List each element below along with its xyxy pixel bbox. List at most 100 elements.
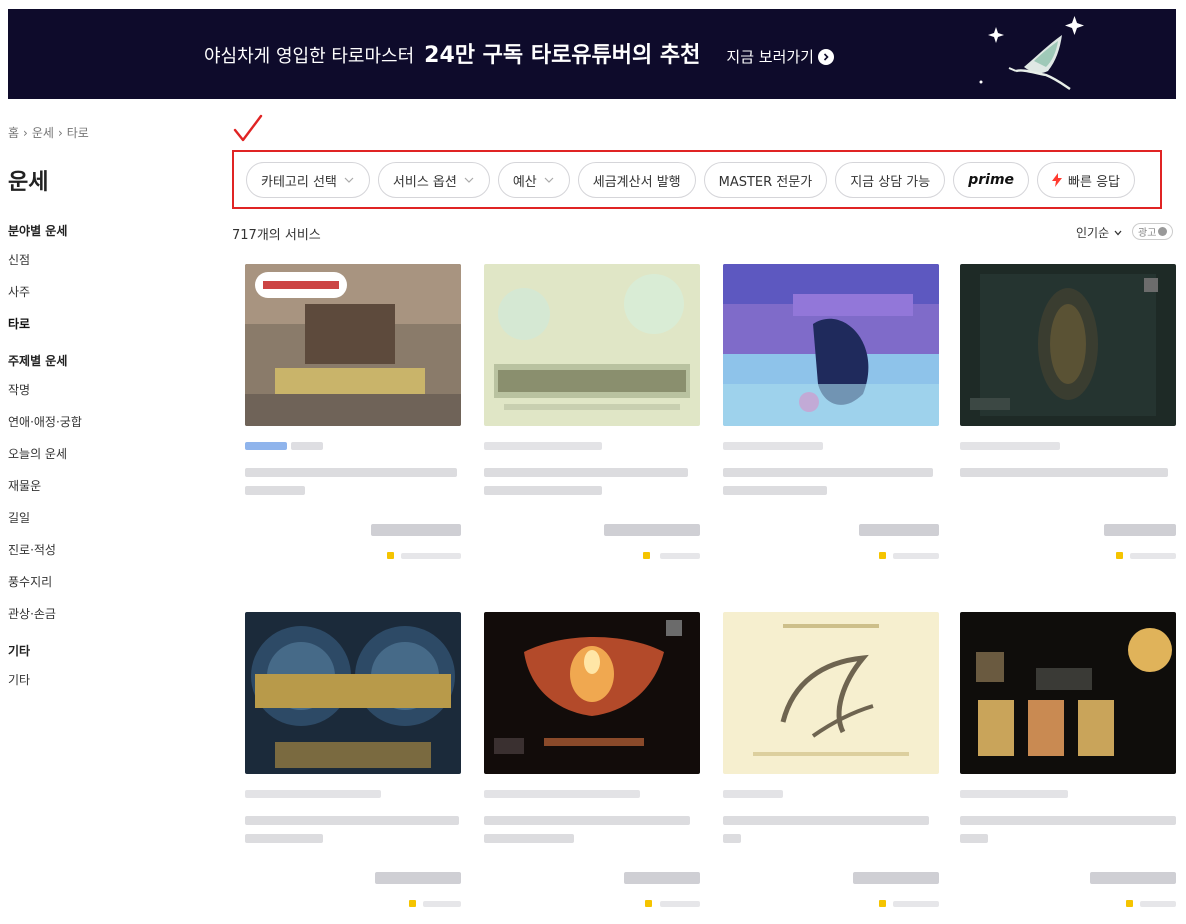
service-card[interactable] bbox=[484, 264, 700, 559]
star-icon bbox=[645, 900, 652, 907]
star-icon bbox=[643, 552, 650, 559]
service-title bbox=[723, 486, 827, 495]
sidebar-nav: 분야별 운세 신점 사주 타로 주제별 운세 작명 연애·애정·궁합 오늘의 운… bbox=[8, 222, 208, 696]
star-icon bbox=[1126, 900, 1133, 907]
sidebar-item-lucky-day[interactable]: 길일 bbox=[8, 502, 208, 534]
page-title: 운세 bbox=[8, 170, 49, 195]
chevron-right-icon: › bbox=[23, 126, 28, 140]
filter-tax-invoice[interactable]: 세금계산서 발행 bbox=[577, 162, 696, 198]
service-card[interactable] bbox=[245, 264, 461, 559]
seller-name bbox=[960, 442, 1060, 450]
filter-label: 빠른 응답 bbox=[1068, 174, 1121, 190]
service-thumbnail bbox=[245, 264, 461, 426]
sidebar-item-etc[interactable]: 기타 bbox=[8, 664, 208, 696]
seller-badge bbox=[245, 442, 287, 450]
banner-highlight: 24만 구독 타로유튜버의 추천 bbox=[424, 43, 701, 68]
filter-prime[interactable]: prime bbox=[953, 162, 1030, 198]
service-title bbox=[960, 834, 988, 843]
sort-dropdown[interactable]: 인기순 bbox=[1076, 224, 1123, 241]
seller-name bbox=[960, 790, 1068, 798]
sidebar-item-career[interactable]: 진로·적성 bbox=[8, 534, 208, 566]
filter-label: MASTER 전문가 bbox=[718, 174, 813, 190]
service-card[interactable] bbox=[484, 612, 700, 907]
breadcrumb: 홈 › 운세 › 타로 bbox=[8, 124, 89, 141]
service-title bbox=[245, 468, 457, 477]
breadcrumb-tarot[interactable]: 타로 bbox=[67, 126, 89, 140]
service-price bbox=[371, 524, 461, 536]
filter-service-option[interactable]: 서비스 옵션 bbox=[377, 162, 490, 198]
sidebar-item-fengshui[interactable]: 풍수지리 bbox=[8, 566, 208, 598]
service-card[interactable] bbox=[960, 264, 1176, 559]
filter-bar: 카테고리 선택 서비스 옵션 예산 세금계산서 발행 MASTER 전문가 지금… bbox=[246, 162, 1136, 198]
star-icon bbox=[879, 552, 886, 559]
chevron-right-icon bbox=[817, 48, 834, 65]
sidebar-item-wealth[interactable]: 재물운 bbox=[8, 470, 208, 502]
seller-name bbox=[484, 790, 640, 798]
service-title bbox=[960, 816, 1176, 825]
filter-available-now[interactable]: 지금 상담 가능 bbox=[835, 162, 946, 198]
service-rating bbox=[1140, 901, 1176, 907]
star-icon bbox=[1116, 552, 1123, 559]
chevron-down-icon bbox=[544, 177, 554, 183]
service-card[interactable] bbox=[723, 264, 939, 559]
sidebar-item-naming[interactable]: 작명 bbox=[8, 374, 208, 406]
sidebar-item-shinjeom[interactable]: 신점 bbox=[8, 244, 208, 276]
service-rating bbox=[401, 553, 461, 559]
sidebar-item-love[interactable]: 연애·애정·궁합 bbox=[8, 406, 208, 438]
filter-label: 지금 상담 가능 bbox=[850, 174, 931, 190]
service-title bbox=[723, 834, 741, 843]
service-title bbox=[484, 834, 574, 843]
result-count: 717개의 서비스 bbox=[232, 228, 321, 243]
filter-master-expert[interactable]: MASTER 전문가 bbox=[703, 162, 828, 198]
ad-badge[interactable]: 광고 bbox=[1132, 223, 1174, 240]
service-price bbox=[1090, 872, 1176, 884]
sidebar-item-saju[interactable]: 사주 bbox=[8, 276, 208, 308]
service-price bbox=[375, 872, 461, 884]
breadcrumb-home[interactable]: 홈 bbox=[8, 126, 19, 140]
service-title bbox=[723, 468, 933, 477]
service-thumbnail bbox=[723, 612, 939, 774]
seller-name bbox=[723, 790, 783, 798]
service-price bbox=[624, 872, 700, 884]
sidebar-item-today[interactable]: 오늘의 운세 bbox=[8, 438, 208, 470]
service-card[interactable] bbox=[723, 612, 939, 907]
service-price bbox=[604, 524, 700, 536]
service-card[interactable] bbox=[245, 612, 461, 907]
banner-cta-link[interactable]: 지금 보러가기 bbox=[726, 46, 834, 67]
banner-text: 야심차게 영입한 타로마스터 24만 구독 타로유튜버의 추천 지금 보러가기 bbox=[204, 37, 834, 69]
sidebar-item-physiognomy[interactable]: 관상·손금 bbox=[8, 598, 208, 630]
sort-label: 인기순 bbox=[1076, 226, 1110, 240]
filter-label: 서비스 옵션 bbox=[392, 174, 457, 190]
service-title bbox=[960, 468, 1168, 477]
service-thumbnail bbox=[960, 612, 1176, 774]
service-title bbox=[245, 816, 459, 825]
sidebar-item-tarot[interactable]: 타로 bbox=[8, 308, 208, 340]
sidebar-group-title: 기타 bbox=[8, 644, 31, 658]
breadcrumb-fortune[interactable]: 운세 bbox=[32, 126, 54, 140]
service-rating bbox=[423, 901, 461, 907]
filter-fast-response[interactable]: 빠른 응답 bbox=[1037, 162, 1136, 198]
sidebar-group-title: 주제별 운세 bbox=[8, 354, 68, 368]
chevron-down-icon bbox=[1114, 230, 1122, 235]
service-thumbnail bbox=[484, 612, 700, 774]
ad-label: 광고 bbox=[1138, 228, 1157, 239]
chevron-right-icon: › bbox=[57, 126, 63, 140]
service-rating bbox=[893, 553, 939, 559]
service-title bbox=[484, 816, 690, 825]
promo-banner[interactable]: 야심차게 영입한 타로마스터 24만 구독 타로유튜버의 추천 지금 보러가기 bbox=[8, 9, 1176, 99]
service-rating bbox=[893, 901, 939, 907]
crane-illustration bbox=[979, 16, 1084, 90]
seller-name bbox=[723, 442, 823, 450]
service-thumbnail bbox=[245, 612, 461, 774]
filter-budget[interactable]: 예산 bbox=[497, 162, 570, 198]
info-icon bbox=[1158, 227, 1168, 236]
service-title bbox=[484, 468, 688, 477]
service-card[interactable] bbox=[960, 612, 1176, 907]
service-thumbnail bbox=[960, 264, 1176, 426]
service-rating bbox=[1130, 553, 1176, 559]
filter-category[interactable]: 카테고리 선택 bbox=[246, 162, 370, 198]
service-rating bbox=[660, 553, 700, 559]
seller-name bbox=[484, 442, 602, 450]
seller-name bbox=[291, 442, 323, 450]
filter-label: 예산 bbox=[512, 174, 537, 190]
